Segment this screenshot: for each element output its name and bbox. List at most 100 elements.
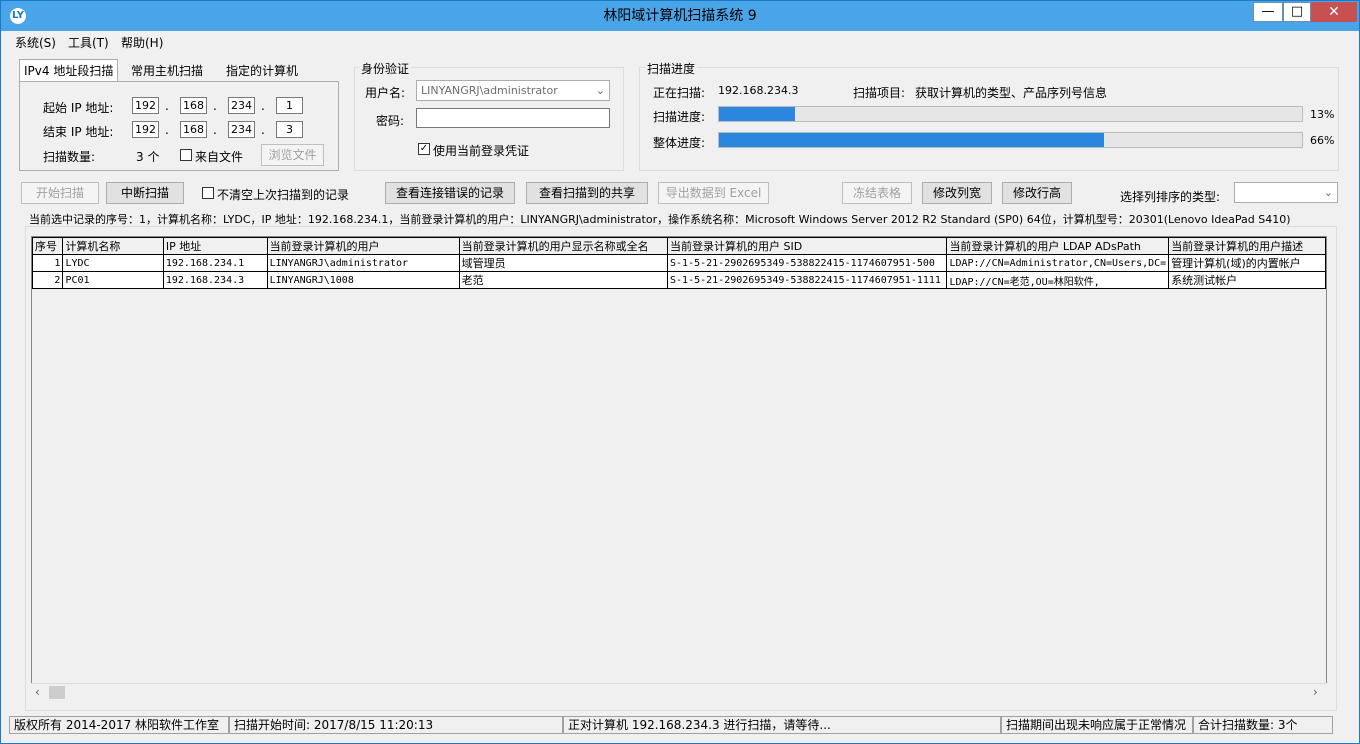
ip-dot: . <box>165 99 169 113</box>
main-window: LY 林阳域计算机扫描系统 9 — □ ✕ 系统(S) 工具(T) 帮助(H) … <box>0 0 1360 744</box>
status-note: 扫描期间出现未响应属于正常情况 <box>1001 716 1193 734</box>
minimize-button[interactable]: — <box>1253 2 1283 22</box>
scan-item-value: 获取计算机的类型、产品序列号信息 <box>915 86 1108 100</box>
scan-count-value: 3 个 <box>136 150 160 164</box>
tab-common-hosts[interactable]: 常用主机扫描 <box>131 62 203 79</box>
column-header-display-name[interactable]: 当前登录计算机的用户显示名称或全名 <box>458 237 669 255</box>
end-ip-octet-4[interactable]: 3 <box>276 121 303 138</box>
table-cell[interactable]: 管理计算机(域)的内置帐户 <box>1168 254 1326 272</box>
no-clear-label: 不清空上次扫描到的记录 <box>217 188 350 202</box>
maximize-button[interactable]: □ <box>1283 2 1311 22</box>
ip-dot: . <box>213 123 217 137</box>
chevron-down-icon: ⌄ <box>1323 186 1333 199</box>
use-current-credential-checkbox[interactable]: ✓ <box>418 143 430 155</box>
overall-progress-fill <box>719 133 1104 147</box>
no-clear-checkbox[interactable] <box>202 187 214 199</box>
column-header-user[interactable]: 当前登录计算机的用户 <box>266 237 460 255</box>
use-current-credential-label: 使用当前登录凭证 <box>433 144 530 158</box>
ip-dot: . <box>213 99 217 113</box>
ip-dot: . <box>261 99 265 113</box>
view-errors-button[interactable]: 查看连接错误的记录 <box>385 182 515 204</box>
table-cell[interactable]: LDAP://CN=老范,OU=林阳软件, <box>946 271 1170 289</box>
menu-system[interactable]: 系统(S) <box>15 34 56 51</box>
username-value: LINYANGRJ\administrator <box>421 84 558 97</box>
end-ip-octet-3[interactable]: 234 <box>228 121 255 138</box>
stop-scan-button[interactable]: 中断扫描 <box>106 182 184 204</box>
table-cell[interactable]: PC01 <box>62 271 164 289</box>
freeze-grid-button[interactable]: 冻结表格 <box>842 182 912 204</box>
ip-dot: . <box>261 123 265 137</box>
table-cell[interactable]: LYDC <box>62 254 164 272</box>
column-header-description[interactable]: 当前登录计算机的用户描述 <box>1168 237 1326 255</box>
start-ip-octet-1[interactable]: 192 <box>132 97 159 114</box>
column-header-ldap[interactable]: 当前登录计算机的用户 LDAP ADsPath <box>946 237 1170 255</box>
from-file-label: 来自文件 <box>195 150 244 164</box>
selected-record-info: 当前选中记录的序号：1，计算机名称：LYDC，IP 地址：192.168.234… <box>29 213 1291 226</box>
end-ip-octet-1[interactable]: 192 <box>132 121 159 138</box>
overall-progress-bar <box>718 132 1303 148</box>
modify-column-width-button[interactable]: 修改列宽 <box>922 182 992 204</box>
table-cell[interactable]: S-1-5-21-2902695349-538822415-1174607951… <box>667 254 948 272</box>
results-grid[interactable]: 序号 计算机名称 IP 地址 当前登录计算机的用户 当前登录计算机的用户显示名称… <box>31 236 1327 702</box>
table-header-row: 序号 计算机名称 IP 地址 当前登录计算机的用户 当前登录计算机的用户显示名称… <box>32 237 1326 255</box>
auth-title: 身份验证 <box>359 60 412 77</box>
start-ip-label: 起始 IP 地址: <box>43 101 114 115</box>
scan-progress-bar <box>718 106 1303 122</box>
from-file-checkbox[interactable] <box>180 149 192 161</box>
scanning-label: 正在扫描: <box>653 86 706 100</box>
export-excel-button[interactable]: 导出数据到 Excel <box>658 182 769 204</box>
modify-row-height-button[interactable]: 修改行高 <box>1002 182 1072 204</box>
table-cell[interactable]: LDAP://CN=Administrator,CN=Users,DC= <box>946 254 1170 272</box>
view-shares-button[interactable]: 查看扫描到的共享 <box>526 182 648 204</box>
start-ip-octet-3[interactable]: 234 <box>228 97 255 114</box>
username-select[interactable]: LINYANGRJ\administrator ⌄ <box>416 80 610 101</box>
horizontal-scrollbar[interactable]: ‹ › <box>31 683 1327 702</box>
title-bar[interactable]: LY 林阳域计算机扫描系统 9 — □ ✕ <box>1 1 1359 31</box>
scan-progress-percent: 13% <box>1310 108 1335 121</box>
table-cell[interactable]: 系统测试帐户 <box>1168 271 1326 289</box>
scroll-left-icon[interactable]: ‹ <box>35 685 40 699</box>
end-ip-octet-2[interactable]: 168 <box>180 121 207 138</box>
menu-bar: 系统(S) 工具(T) 帮助(H) <box>1 31 1359 51</box>
scan-progress-fill <box>719 107 795 121</box>
table-cell[interactable]: 1 <box>32 254 64 272</box>
table-cell[interactable]: LINYANGRJ\administrator <box>266 254 460 272</box>
table-cell[interactable]: 192.168.234.3 <box>162 271 268 289</box>
table-cell[interactable]: 老范 <box>458 271 669 289</box>
password-field[interactable] <box>416 108 610 128</box>
password-label: 密码: <box>376 114 405 128</box>
column-header-sid[interactable]: 当前登录计算机的用户 SID <box>667 237 948 255</box>
table-cell[interactable]: LINYANGRJ\1008 <box>266 271 460 289</box>
sort-type-label: 选择列排序的类型: <box>1120 190 1221 204</box>
scanning-value: 192.168.234.3 <box>718 84 799 97</box>
sort-type-select[interactable]: ⌄ <box>1234 182 1338 203</box>
menu-help[interactable]: 帮助(H) <box>121 34 163 51</box>
status-start-time: 扫描开始时间: 2017/8/15 11:20:13 <box>229 716 563 734</box>
start-scan-button[interactable]: 开始扫描 <box>21 182 99 204</box>
column-header-ip[interactable]: IP 地址 <box>162 237 268 255</box>
scan-count-label: 扫描数量: <box>43 150 96 164</box>
scroll-right-icon[interactable]: › <box>1313 685 1318 699</box>
table-cell[interactable]: 域管理员 <box>458 254 669 272</box>
table-row[interactable]: 1 LYDC 192.168.234.1 LINYANGRJ\administr… <box>32 254 1326 272</box>
table-row[interactable]: 2 PC01 192.168.234.3 LINYANGRJ\1008 老范 S… <box>32 271 1326 289</box>
tab-specified-computers[interactable]: 指定的计算机 <box>226 62 298 79</box>
scrollbar-thumb[interactable] <box>49 686 65 699</box>
column-header-computer-name[interactable]: 计算机名称 <box>62 237 164 255</box>
table-cell[interactable]: 192.168.234.1 <box>162 254 268 272</box>
start-ip-octet-4[interactable]: 1 <box>276 97 303 114</box>
table-cell[interactable]: 2 <box>32 271 64 289</box>
progress-title: 扫描进度 <box>645 60 698 77</box>
window-title: 林阳域计算机扫描系统 9 <box>603 8 757 24</box>
close-button[interactable]: ✕ <box>1311 2 1357 22</box>
end-ip-label: 结束 IP 地址: <box>43 125 114 139</box>
table-cell[interactable]: S-1-5-21-2902695349-538822415-1174607951… <box>667 271 948 289</box>
scan-item-label: 扫描项目: <box>853 86 906 100</box>
tab-ipv4[interactable]: IPv4 地址段扫描 <box>19 59 119 81</box>
status-bar: 版权所有 2014-2017 林阳软件工作室 扫描开始时间: 2017/8/15… <box>1 713 1359 743</box>
browse-file-button[interactable]: 浏览文件 <box>261 144 324 166</box>
column-header-index[interactable]: 序号 <box>32 237 64 255</box>
menu-tools[interactable]: 工具(T) <box>68 34 109 51</box>
start-ip-octet-2[interactable]: 168 <box>180 97 207 114</box>
status-copyright: 版权所有 2014-2017 林阳软件工作室 <box>9 716 229 734</box>
